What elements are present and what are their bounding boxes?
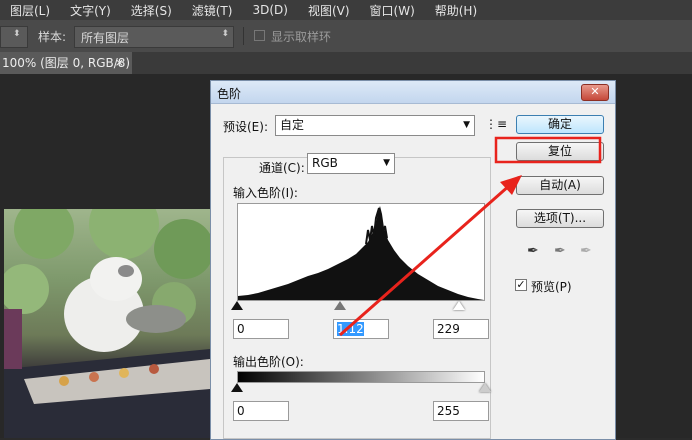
tab-close-icon[interactable]: × [115,52,124,74]
output-black-field[interactable]: 0 [233,401,289,421]
input-white-field[interactable]: 229 [433,319,489,339]
options-button[interactable]: 选项(T)... [516,209,604,228]
menu-help[interactable]: 帮助(H) [425,2,487,19]
output-gradient-bar [237,371,485,383]
reset-button-label: 复位 [547,144,572,158]
menu-window[interactable]: 窗口(W) [360,2,425,19]
ok-button-label: 确定 [547,117,572,131]
output-black-value: 0 [237,404,245,418]
output-black-slider[interactable] [231,383,243,392]
ok-button[interactable]: 确定 [516,115,604,134]
preset-value: 自定 [280,118,305,132]
dialog-titlebar[interactable]: 色阶 ✕ [211,81,615,104]
levels-dialog: 色阶 ✕ 预设(E): 自定 ▼ ⋮≡ 通道(C): RGB ▼ 输入色阶(I)… [210,80,616,440]
menu-filter[interactable]: 滤镜(T) [182,2,243,19]
gray-eyedropper-icon[interactable]: ✒ [554,243,566,259]
output-white-value: 255 [437,404,460,418]
input-gamma-field[interactable]: 1.12 [333,319,389,339]
preset-dropdown[interactable]: 自定 ▼ [275,115,475,136]
options-bar: ⬍ 样本: 所有图层 ⬍ 显示取样环 [0,20,692,53]
preview-checkbox[interactable]: ✓ [515,279,527,291]
separator [243,27,244,45]
close-button[interactable]: ✕ [581,84,609,101]
input-gamma-slider[interactable] [334,301,346,310]
input-black-value: 0 [237,322,245,336]
document-tab-bar: 100% (图层 0, RGB/8) × [0,52,692,74]
black-eyedropper-icon[interactable]: ✒ [527,243,539,259]
output-white-slider[interactable] [479,383,491,392]
document-tab[interactable]: 100% (图层 0, RGB/8) × [0,52,132,74]
menu-view[interactable]: 视图(V) [298,2,360,19]
document-tab-label: 100% (图层 0, RGB/8) [2,56,131,70]
preset-options-icon[interactable]: ⋮≡ [485,117,507,131]
menu-3d[interactable]: 3D(D) [242,3,297,17]
input-black-field[interactable]: 0 [233,319,289,339]
sample-label: 样本: [38,30,67,44]
output-levels-label: 输出色阶(O): [233,355,304,369]
close-icon: ✕ [590,85,600,98]
reset-button[interactable]: 复位 [516,142,604,161]
show-ring-label: 显示取样环 [271,30,332,44]
updown-icon: ⬍ [221,29,229,39]
menu-bar: 图层(L) 文字(Y) 选择(S) 滤镜(T) 3D(D) 视图(V) 窗口(W… [0,0,692,20]
chevron-down-icon: ▼ [463,120,470,130]
input-black-slider[interactable] [231,301,243,310]
menu-layer[interactable]: 图层(L) [0,2,60,19]
menu-select[interactable]: 选择(S) [121,2,182,19]
input-levels-label: 输入色阶(I): [233,186,298,200]
input-white-slider[interactable] [453,301,465,310]
channel-label: 通道(C): [257,159,307,176]
chevron-down-icon: ▼ [383,158,390,168]
options-button-label: 选项(T)... [533,211,587,225]
histogram [237,203,485,301]
output-white-field[interactable]: 255 [433,401,489,421]
white-eyedropper-icon[interactable]: ✒ [580,243,592,259]
menu-type[interactable]: 文字(Y) [60,2,121,19]
input-gamma-value: 1.12 [337,322,364,336]
sample-value: 所有图层 [81,31,130,45]
auto-button[interactable]: 自动(A) [516,176,604,195]
channel-value: RGB [312,156,338,170]
tool-preset-dropdown[interactable]: ⬍ [0,26,28,48]
channel-dropdown[interactable]: RGB ▼ [307,153,395,174]
input-white-value: 229 [437,322,460,336]
show-ring-checkbox[interactable] [254,30,265,41]
dialog-title: 色阶 [217,87,242,101]
updown-icon: ⬍ [13,29,21,39]
preset-label: 预设(E): [223,120,268,134]
auto-button-label: 自动(A) [539,178,581,192]
document-image [4,209,210,438]
preview-label: 预览(P) [531,280,572,294]
sample-dropdown[interactable]: 所有图层 ⬍ [74,26,234,48]
